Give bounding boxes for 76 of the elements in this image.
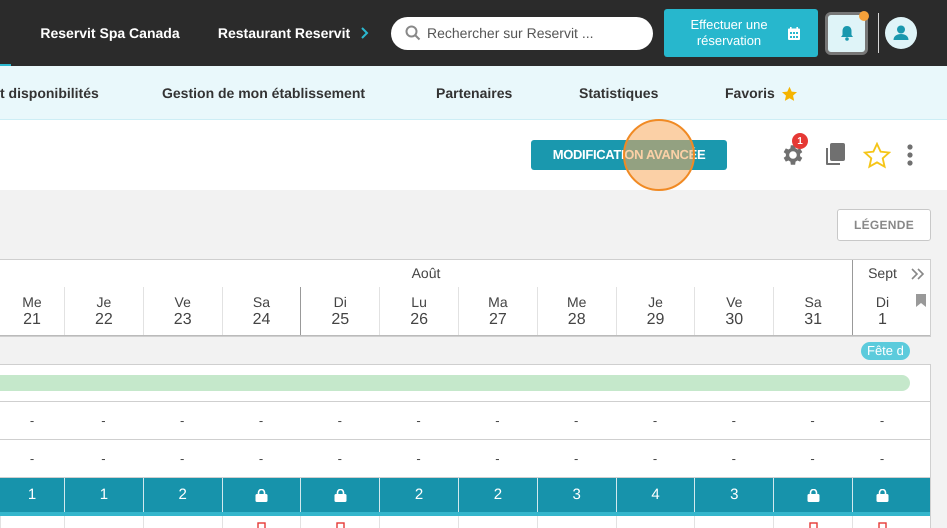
table-cell-text: - [810,412,815,430]
stock-cell[interactable]: 2 [458,478,537,512]
table-cell-text: - [810,450,815,468]
more-options-icon[interactable] [907,144,913,166]
table-cell-text: - [180,412,184,430]
notification-badge: 1 [792,133,808,149]
day-header: Sa 24 [222,287,300,335]
lock-icon [876,488,889,502]
table-cell-text: - [574,412,578,430]
stock-cell[interactable]: 2 [142,478,222,512]
menu-tab[interactable]: Gestion de mon établissement [162,83,366,104]
day-header: Ve 23 [142,287,222,335]
stock-cell[interactable]: 3 [694,478,774,512]
table-cell-text: - [574,450,578,468]
stock-cell[interactable]: 1 [0,478,64,512]
table-cell-text: - [880,412,884,430]
settings-button[interactable]: 1 [779,133,808,168]
menu-tab[interactable]: Partenaires [436,83,512,104]
stock-cell[interactable]: 1 [64,478,143,512]
table-cell-text: - [495,412,500,430]
lock-icon [254,488,268,502]
avatar-icon[interactable] [885,17,917,49]
chevron-right-icon[interactable] [360,26,370,40]
month-label: Sept [868,264,897,283]
next-period-icon[interactable] [910,268,926,280]
table-cell-text: - [732,450,736,468]
holiday-tag[interactable]: Fête d [861,342,910,360]
active-tab-indicator [0,64,11,66]
table-cell-text: - [338,412,342,430]
day-header: Ve 30 [694,287,774,335]
lock-icon [806,488,820,502]
table-cell-text: - [180,450,184,468]
menu-tab[interactable]: Favoris [725,83,798,104]
menu-tab[interactable]: Statistiques [579,83,658,104]
stock-cell[interactable]: 2 [379,478,458,512]
bookmark-icon[interactable] [916,294,926,307]
table-cell-text: - [652,450,658,468]
nav-link[interactable]: Restaurant Reservit [214,24,354,42]
table-cell-text: - [416,450,421,468]
table-cell-text: - [101,450,106,468]
nav-link[interactable]: Reservit Spa Canada [40,24,180,42]
table-cell-text: - [732,412,736,430]
day-header: Me 21 [21,292,43,330]
calendar-icon [788,26,800,40]
table-cell-text: - [258,450,264,468]
day-header: Me 28 [536,287,616,335]
table-cell-text: - [30,450,34,468]
table-cell-text: - [101,412,106,430]
day-header: Sa 31 [773,287,852,335]
day-header: Di 1 [852,287,912,335]
stock-cell[interactable]: 4 [616,478,694,512]
search-box[interactable]: Rechercher sur Reservit ... [391,16,653,50]
table-cell-text: - [880,450,884,468]
table-cell-text: - [416,412,421,430]
day-header: Ma 27 [458,287,537,335]
table-cell-text: - [652,412,658,430]
booking-button[interactable]: Effectuer une réservation [664,9,818,57]
copy-icon[interactable] [823,142,847,168]
table-cell-text: - [30,412,34,430]
day-header: Di 25 [300,287,380,335]
table-cell-text: - [495,450,500,468]
month-label: Août [412,264,440,283]
table-cell-text: - [338,450,342,468]
stock-cell[interactable]: 3 [536,478,616,512]
legend-button[interactable]: LÉGENDE [837,208,931,240]
table-cell-text: - [258,412,264,430]
day-header: Je 22 [64,287,143,335]
menu-tab[interactable]: t disponibilités [0,83,99,104]
search-field[interactable]: Rechercher sur Reservit ... [427,16,639,50]
lock-icon [334,488,347,502]
bell-icon [840,25,854,41]
notifications-button[interactable] [825,12,868,54]
day-header: Je 29 [616,287,694,335]
star-icon[interactable] [863,142,891,168]
day-header: Lu 26 [379,287,458,335]
search-icon [405,25,421,41]
